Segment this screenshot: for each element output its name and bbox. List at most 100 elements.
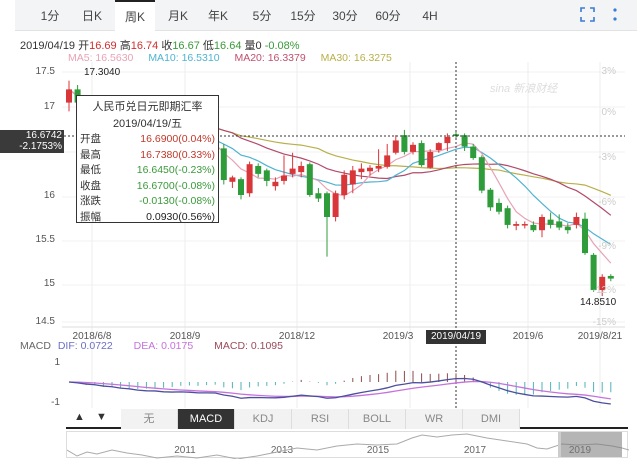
pct-axis-label: -15% <box>592 317 616 328</box>
crosshair-date-tag: 2019/04/19 <box>426 330 486 344</box>
indicator-tab-4[interactable]: BOLL <box>349 409 406 429</box>
candle-body <box>263 170 270 181</box>
candle-body <box>521 224 528 226</box>
candle-body <box>444 136 451 144</box>
candle-body <box>607 275 614 279</box>
candle-body <box>582 218 588 254</box>
pct-axis-label: -12% <box>592 285 616 296</box>
candle-body <box>272 181 279 187</box>
dif-label: DIF: 0.0722 <box>57 340 113 352</box>
candle-body <box>367 167 373 172</box>
range-navigator[interactable] <box>66 431 629 459</box>
scroll-up-icon[interactable]: ▲ <box>74 411 85 423</box>
scroll-down-icon[interactable]: ▼ <box>96 411 107 423</box>
tooltip-row: 最高 16.7380(0.33%) <box>80 148 215 164</box>
dea-label: DEA: 0.0175 <box>133 340 194 352</box>
candle-body <box>281 175 287 181</box>
macd-value-label: MACD: 0.1095 <box>214 340 283 352</box>
candle-body <box>487 189 494 208</box>
candle-body <box>564 226 571 231</box>
tooltip-value: 16.6900(0.04%) <box>140 133 215 145</box>
candle-body <box>306 164 313 195</box>
candle-body <box>478 157 485 191</box>
candle-body <box>496 202 502 212</box>
candle-body <box>375 165 382 169</box>
candle-body <box>246 164 253 194</box>
min-price-label: 14.8510 <box>580 297 617 308</box>
candle-body <box>556 221 563 228</box>
dif-line <box>68 377 611 405</box>
y-axis-label: 17 <box>43 101 55 112</box>
candle-body <box>238 179 244 195</box>
candle-body <box>461 135 468 147</box>
candle-body <box>418 143 425 166</box>
navigator-line <box>67 433 629 459</box>
candle-body <box>358 168 365 173</box>
navigator-handle[interactable] <box>558 432 622 457</box>
pct-axis-label: -3% <box>598 152 616 163</box>
y-axis-label: 16 <box>43 190 55 201</box>
tooltip-row: 涨跌 -0.0130(-0.08%) <box>80 194 215 210</box>
indicator-tab-6[interactable]: DMI <box>463 409 520 429</box>
sina-watermark: sina 新浪财经 <box>490 83 558 95</box>
tooltip-value: 16.7380(0.33%) <box>140 148 215 161</box>
macd-axis-label: -1 <box>51 397 60 408</box>
candle-body <box>392 140 399 153</box>
x-axis-label: 2019/6 <box>512 331 544 342</box>
candle-body <box>349 170 356 185</box>
candle-body <box>435 143 442 151</box>
candle-body <box>255 165 262 174</box>
x-axis-label: 2019/3 <box>382 331 414 342</box>
tooltip-row: 最低 16.6450(-0.23%) <box>80 163 215 179</box>
tooltip-row: 振幅 0.0930(0.56%) <box>80 210 215 226</box>
indicator-tab-2[interactable]: KDJ <box>235 409 292 429</box>
macd-axis-label: 1 <box>54 357 60 368</box>
indicator-tabs: ▲ ▼ 无 MACD KDJ RSI BOLL WR DMI <box>66 409 628 429</box>
tooltip-value: 16.6700(-0.08%) <box>136 179 215 192</box>
pct-axis-label: 3% <box>601 66 616 77</box>
candle-body <box>547 219 554 225</box>
candle-body <box>401 135 408 152</box>
candle-body <box>504 208 511 225</box>
y-axis-label: 15.5 <box>35 234 55 245</box>
price-tag-pct: -2.1753% <box>19 141 62 152</box>
y-axis-label: 14.5 <box>35 316 55 327</box>
candle-body <box>539 217 545 231</box>
candle-body <box>298 165 305 173</box>
tooltip-key: 收盘 <box>80 179 101 192</box>
pct-axis-label: -6% <box>598 197 616 208</box>
y-axis-label: 17.5 <box>35 66 55 77</box>
candle-body <box>410 144 416 152</box>
max-price-label: 17.3040 <box>84 67 121 78</box>
tooltip-key: 开盘 <box>80 133 101 145</box>
y-axis-label: 15 <box>43 278 55 289</box>
price-tag-value: 16.6742 <box>25 130 62 141</box>
indicator-tab-0[interactable]: 无 <box>121 409 178 429</box>
candle-body <box>229 177 236 182</box>
tooltip-date: 2019/04/19/五 <box>112 118 183 130</box>
macd-legend: MACD DIF: 0.0722 DEA: 0.0175 MACD: 0.109… <box>20 340 283 352</box>
indicator-tab-1[interactable]: MACD <box>178 409 235 429</box>
tooltip-row: 开盘 16.6900(0.04%) <box>80 132 215 148</box>
tooltip-value: 0.0930(0.56%) <box>146 210 215 223</box>
candle-body <box>427 151 434 168</box>
tooltip-key: 最低 <box>80 164 101 176</box>
candle-body <box>341 174 348 195</box>
crosshair-price-tag: 16.6742 -2.1753% <box>0 130 64 153</box>
tooltip-key: 振幅 <box>80 210 101 223</box>
tooltip-value: 16.6450(-0.23%) <box>136 164 215 176</box>
candle-body <box>66 89 72 103</box>
candle-body <box>530 224 537 231</box>
pct-axis-label: -9% <box>598 241 616 252</box>
candle-body <box>332 193 339 217</box>
indicator-tab-3[interactable]: RSI <box>292 409 349 429</box>
candle-body <box>220 148 227 181</box>
candle-body <box>315 193 322 199</box>
macd-name: MACD <box>20 340 51 352</box>
indicator-tab-5[interactable]: WR <box>406 409 463 429</box>
candle-body <box>289 168 296 174</box>
candle-body <box>513 224 520 226</box>
tooltip: 人民币兑日元即期汇率 2019/04/19/五 开盘 16.6900(0.04%)… <box>76 95 219 223</box>
candle-body <box>384 155 391 167</box>
candle-body <box>573 217 580 225</box>
